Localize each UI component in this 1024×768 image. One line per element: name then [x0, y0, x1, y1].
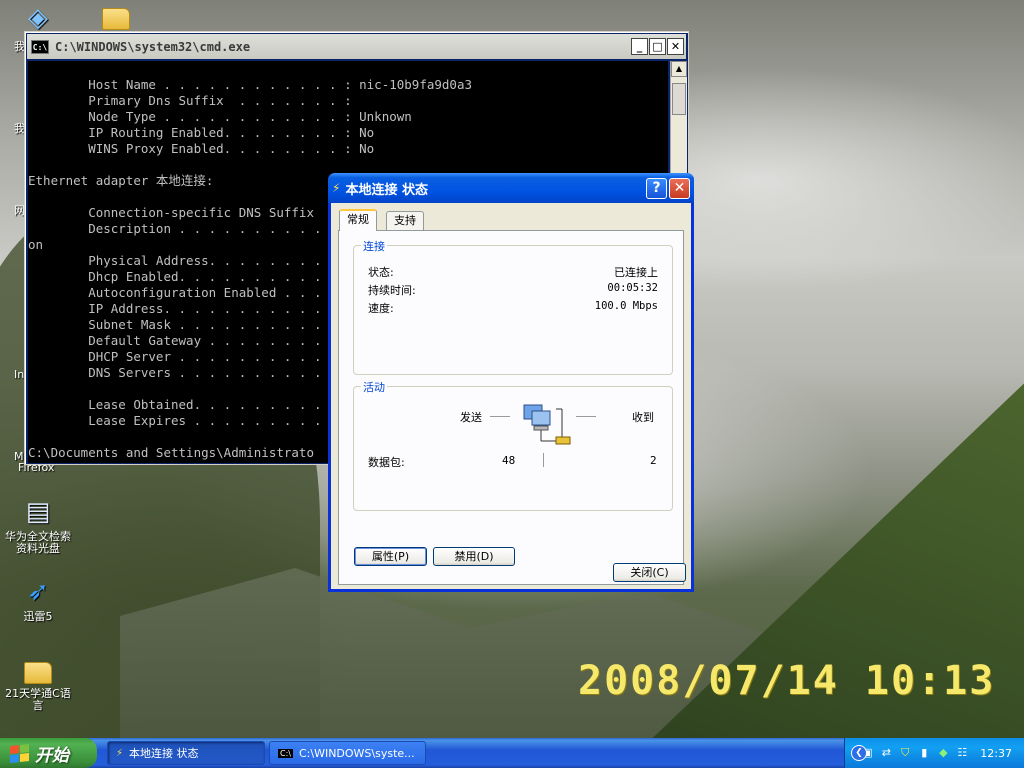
dialog-close-button[interactable]: ✕ [669, 178, 690, 199]
disable-button[interactable]: 禁用(D) [433, 547, 515, 566]
console-line: Primary Dns Suffix . . . . . . . : [28, 93, 352, 108]
cmd-title-text: C:\WINDOWS\system32\cmd.exe [55, 39, 251, 54]
speed-value: 100.0 Mbps [594, 300, 658, 312]
connection-status-dialog[interactable]: ⚡ 本地连接 状态 ? ✕ 常规 支持 连接 状态: 已连接上 持续时间: 00… [328, 173, 694, 592]
desktop-icon-folder-top[interactable] [78, 2, 154, 34]
taskbar-item-label: 本地连接 状态 [129, 747, 199, 760]
network-places-icon: ◈ [28, 3, 48, 33]
network-computers-icon [523, 404, 571, 445]
speed-label: 速度: [368, 302, 394, 315]
console-line: IP Routing Enabled. . . . . . . . : No [28, 125, 375, 140]
desktop-icon-fragment: In [14, 368, 25, 381]
activity-group-label: 活动 [361, 379, 387, 395]
received-label: 收到 [632, 411, 654, 424]
scroll-thumb[interactable] [672, 83, 686, 115]
tray-clock[interactable]: 12:37 [980, 747, 1012, 760]
cd-search-icon: ▤ [25, 497, 51, 527]
sent-label: 发送 [460, 411, 482, 424]
sent-line [490, 416, 510, 417]
close-button[interactable]: ✕ [667, 38, 684, 55]
folder-icon [24, 662, 52, 684]
windows-logo-icon [10, 743, 29, 763]
speed-row: 速度: 100.0 Mbps [368, 300, 658, 316]
tab-general[interactable]: 常规 [339, 209, 377, 231]
network-connection-icon: ⚡ [332, 181, 341, 195]
scroll-up-icon[interactable]: ▲ [671, 61, 687, 77]
packets-sent-value: 48 [502, 454, 516, 467]
battery-icon[interactable]: ▮ [917, 746, 931, 760]
dialog-client-area: 常规 支持 连接 状态: 已连接上 持续时间: 00:05:32 速度: 100… [331, 203, 691, 589]
network-tray-icon[interactable]: ⇄ [879, 746, 893, 760]
taskbar-item-label: C:\WINDOWS\syste... [298, 746, 415, 760]
taskbar: 开始 ⚡ 本地连接 状态 C:\ C:\WINDOWS\syste... ⌨ ❮… [0, 738, 1024, 768]
start-button[interactable]: 开始 [0, 738, 97, 768]
cmd-icon: C:\ [278, 748, 293, 758]
dialog-title: 本地连接 状态 [345, 182, 428, 198]
duration-value: 00:05:32 [607, 282, 658, 294]
packets-label: 数据包: [368, 456, 405, 469]
console-line: Node Type . . . . . . . . . . . . : Unkn… [28, 109, 412, 124]
packets-received-value: 2 [650, 454, 657, 467]
desktop-icon-label: 迅雷5 [23, 610, 53, 623]
desktop-icon-label: 21天学通C语言 [5, 687, 71, 712]
status-label: 状态: [368, 266, 394, 279]
minimize-button[interactable]: _ [631, 38, 648, 55]
network-status-icon[interactable]: ☷ [955, 746, 969, 760]
console-line: WINS Proxy Enabled. . . . . . . . : No [28, 141, 375, 156]
folder-icon [102, 8, 130, 30]
duration-row: 持续时间: 00:05:32 [368, 282, 658, 298]
cmd-icon: C:\ [31, 39, 49, 54]
close-dialog-button[interactable]: 关闭(C) [613, 563, 686, 582]
status-value: 已连接上 [614, 266, 658, 279]
tray-expand-icon[interactable]: ❮ [851, 745, 867, 761]
maximize-button[interactable]: □ [649, 38, 666, 55]
tab-panel-general: 连接 状态: 已连接上 持续时间: 00:05:32 速度: 100.0 Mbp… [338, 230, 684, 585]
shield-icon[interactable]: ⛉ [898, 746, 912, 760]
taskbar-item-cmd[interactable]: C:\ C:\WINDOWS\syste... [269, 741, 426, 765]
security-icon[interactable]: ◆ [936, 746, 950, 760]
taskbar-item-status[interactable]: ⚡ 本地连接 状态 [107, 741, 265, 765]
network-connection-icon: ⚡ [116, 747, 124, 759]
desktop-icon-label: 华为全文检索资料光盘 [5, 530, 71, 555]
desktop-icon-c-book[interactable]: 21天学通C语言 [0, 656, 76, 712]
status-row: 状态: 已连接上 [368, 264, 658, 280]
console-line: Host Name . . . . . . . . . . . . : nic-… [28, 77, 473, 92]
packets-divider [543, 453, 544, 467]
received-line [576, 416, 596, 417]
desktop-icon-huawei[interactable]: ▤ 华为全文检索资料光盘 [0, 496, 76, 555]
tab-support[interactable]: 支持 [386, 211, 424, 231]
connection-group-label: 连接 [361, 238, 387, 254]
cmd-title-bar[interactable]: C:\ C:\WINDOWS\system32\cmd.exe _ □ ✕ [27, 34, 686, 59]
system-tray: ❮ ▣ ⇄ ⛉ ▮ ◆ ☷ 12:37 [844, 738, 1024, 768]
thunder-bird-icon: ➶ [27, 577, 49, 607]
dialog-title-bar[interactable]: ⚡ 本地连接 状态 [328, 173, 694, 203]
start-label: 开始 [35, 745, 69, 766]
connection-group: 连接 状态: 已连接上 持续时间: 00:05:32 速度: 100.0 Mbp… [353, 238, 673, 375]
help-button[interactable]: ? [646, 178, 667, 199]
properties-button[interactable]: 属性(P) [354, 547, 427, 566]
activity-group: 活动 发送 收到 数据包: 48 2 [353, 379, 673, 511]
desktop-icon-xunlei[interactable]: ➶ 迅雷5 [0, 576, 76, 623]
duration-label: 持续时间: [368, 284, 416, 297]
photo-timestamp: 2008/07/14 10:13 [578, 658, 996, 704]
